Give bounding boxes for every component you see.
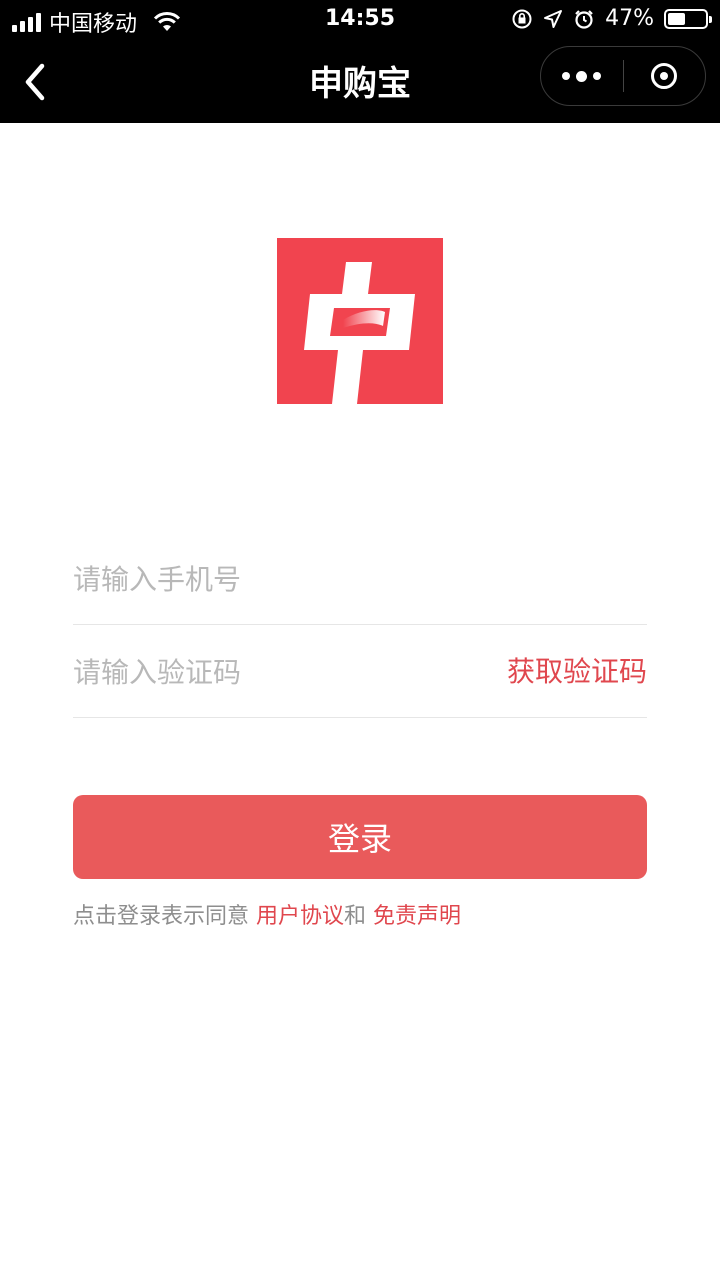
status-right: 47%: [511, 6, 712, 31]
status-bar: 中国移动 14:55 47%: [0, 0, 720, 40]
logo-mark: [304, 262, 415, 404]
agreement-text: 点击登录表示同意 用户协议和 免责声明: [73, 898, 461, 930]
get-code-button[interactable]: 获取验证码: [507, 650, 647, 690]
navigation-bar: 申购宝: [0, 40, 720, 123]
verification-code-input[interactable]: [73, 626, 473, 718]
agreement-and: 和: [344, 904, 374, 929]
top-bar: 中国移动 14:55 47% 申购宝: [0, 0, 720, 123]
agreement-prefix: 点击登录表示同意: [73, 904, 256, 929]
rotation-lock-icon: [512, 9, 532, 28]
location-icon: [544, 9, 563, 28]
user-agreement-link[interactable]: 用户协议: [256, 904, 344, 929]
app-logo: [277, 238, 443, 404]
battery-icon: [664, 8, 712, 29]
disclaimer-link[interactable]: 免责声明: [373, 904, 461, 929]
phone-input[interactable]: [73, 533, 473, 625]
battery-percent: 47%: [605, 6, 654, 31]
capsule-menu: [540, 46, 706, 106]
code-field: 获取验证码: [73, 626, 647, 718]
phone-field: [73, 533, 647, 625]
more-dots-icon[interactable]: [541, 47, 623, 105]
alarm-icon: [575, 9, 593, 29]
target-icon[interactable]: [624, 47, 706, 105]
login-button[interactable]: 登录: [73, 795, 647, 879]
